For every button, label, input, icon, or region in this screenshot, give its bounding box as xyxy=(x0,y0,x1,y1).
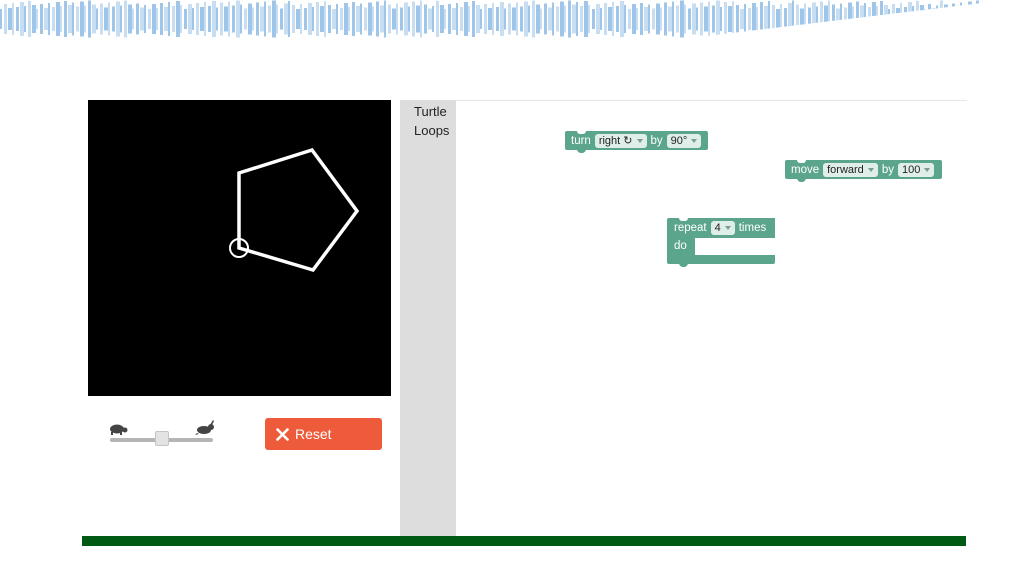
move-direction-value: forward xyxy=(827,163,864,176)
turn-direction-dropdown[interactable]: right ↻ xyxy=(594,133,647,148)
repeat-do-slot[interactable] xyxy=(695,238,775,255)
turn-by-label: by xyxy=(650,134,663,147)
turn-block[interactable]: turn right ↻ by 90° xyxy=(565,131,708,153)
repeat-label: repeat xyxy=(674,222,707,234)
chevron-down-icon xyxy=(636,138,643,143)
repeat-count-value: 4 xyxy=(714,222,721,234)
turn-angle-dropdown[interactable]: 90° xyxy=(666,133,702,148)
slider-thumb[interactable] xyxy=(154,431,169,446)
move-label: move xyxy=(791,163,820,176)
repeat-count-dropdown[interactable]: 4 xyxy=(710,221,735,235)
move-distance-dropdown[interactable]: 100 xyxy=(897,162,935,177)
reset-label: Reset xyxy=(295,426,332,442)
chevron-down-icon xyxy=(724,226,731,230)
toolbox: Turtle Loops xyxy=(400,100,456,536)
chevron-down-icon xyxy=(691,138,698,143)
turn-direction-value: right ↻ xyxy=(598,135,633,147)
chevron-down-icon xyxy=(867,167,874,172)
bottom-bar xyxy=(82,536,966,546)
turn-label: turn xyxy=(571,134,591,147)
move-by-label: by xyxy=(881,163,894,176)
decorative-banner xyxy=(0,0,1024,38)
move-direction-dropdown[interactable]: forward xyxy=(823,162,878,177)
repeat-block[interactable]: repeat 4 times do xyxy=(667,218,775,267)
speed-slider[interactable] xyxy=(108,420,216,450)
toolbox-category-turtle[interactable]: Turtle xyxy=(400,102,456,121)
chevron-down-icon xyxy=(924,167,931,172)
pentagon-drawing xyxy=(237,147,360,273)
repeat-header: repeat 4 times xyxy=(667,218,775,238)
reset-button[interactable]: Reset xyxy=(265,418,382,450)
repeat-times-label: times xyxy=(738,222,767,234)
move-distance-value: 100 xyxy=(901,163,921,176)
turtle-canvas xyxy=(88,100,391,396)
turn-angle-value: 90° xyxy=(670,134,688,147)
close-icon xyxy=(276,427,289,441)
toolbox-category-loops[interactable]: Loops xyxy=(400,121,456,140)
move-block[interactable]: move forward by 100 xyxy=(785,160,942,182)
